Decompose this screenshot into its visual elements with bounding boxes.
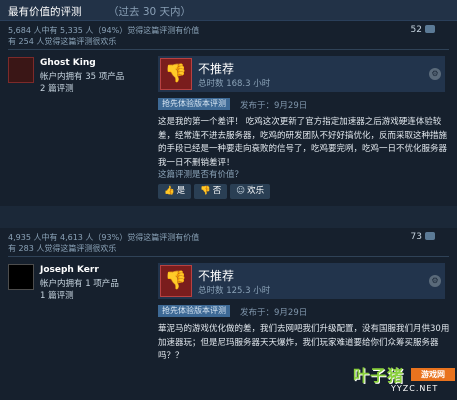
review-card: 5,684 人中有 5,335 人（94%）觉得这篇评测有价值 有 254 人觉… bbox=[0, 21, 457, 206]
vote-no-button[interactable]: 👎 否 bbox=[194, 184, 228, 199]
comment-bubble-icon bbox=[425, 25, 435, 33]
comment-count: 73 bbox=[410, 232, 422, 242]
vote-yes-button[interactable]: 👍 是 bbox=[158, 184, 192, 199]
username[interactable]: Joseph Kerr bbox=[40, 265, 99, 275]
user-products[interactable]: 帐户内拥有 1 项产品 bbox=[40, 278, 119, 290]
comment-count-link[interactable]: 52 bbox=[411, 25, 435, 35]
section-header: 最有价值的评测 （过去 30 天内） bbox=[0, 0, 457, 21]
gap bbox=[0, 206, 457, 228]
verdict-panel[interactable]: 👎 不推荐 总时数 168.3 小时 ⚙ bbox=[158, 56, 445, 92]
verdict-label: 不推荐 bbox=[198, 62, 235, 76]
verdict-panel[interactable]: 👎 不推荐 总时数 125.3 小时 ⚙ bbox=[158, 263, 445, 299]
watermark-logo: 叶子猪 游戏网 YYZC.NET bbox=[335, 358, 455, 398]
steam-icon: ⚙ bbox=[429, 68, 441, 80]
smiley-icon: ☺ bbox=[236, 186, 246, 196]
review-text: 这是我的第一个差评！ 吃鸡这次更新了官方指定加速器之后游戏硬连体验较差，经常连不… bbox=[158, 117, 448, 168]
helpful-count: 5,684 人中有 5,335 人（94%）觉得这篇评测有价值 bbox=[8, 26, 200, 35]
user-review-count[interactable]: 1 篇评测 bbox=[40, 290, 74, 302]
vote-funny-label: 欢乐 bbox=[247, 186, 265, 196]
comment-count-link[interactable]: 73 bbox=[411, 232, 435, 242]
user-products[interactable]: 帐户内拥有 35 项产品 bbox=[40, 71, 124, 83]
thumbs-up-icon: 👍 bbox=[164, 186, 175, 196]
watermark-domain: YYZC.NET bbox=[391, 384, 439, 393]
thumbs-down-icon: 👎 bbox=[160, 58, 192, 90]
helpful-question: 这篇评测是否有价值？ bbox=[158, 170, 244, 180]
review-card: 4,935 人中有 4,613 人（93%）觉得这篇评测有价值 有 283 人觉… bbox=[0, 228, 457, 400]
helpful-count: 4,935 人中有 4,613 人（93%）觉得这篇评测有价值 bbox=[8, 233, 200, 242]
vote-funny-button[interactable]: ☺ 欢乐 bbox=[230, 184, 271, 199]
helpful-summary: 4,935 人中有 4,613 人（93%）觉得这篇评测有价值 有 283 人觉… bbox=[8, 232, 199, 254]
comment-count: 52 bbox=[410, 25, 422, 35]
thumbs-down-icon: 👎 bbox=[160, 265, 192, 297]
username[interactable]: Ghost King bbox=[40, 58, 96, 68]
posted-date: 发布于：9月29日 bbox=[240, 308, 308, 318]
section-title: 最有价值的评测 bbox=[8, 6, 82, 18]
user-review-count[interactable]: 2 篇评测 bbox=[40, 83, 74, 95]
helpful-summary: 5,684 人中有 5,335 人（94%）觉得这篇评测有价值 有 254 人觉… bbox=[8, 25, 199, 47]
playtime: 总时数 125.3 小时 bbox=[198, 286, 271, 296]
avatar[interactable] bbox=[8, 264, 34, 290]
divider bbox=[8, 256, 449, 257]
verdict-label: 不推荐 bbox=[198, 269, 235, 283]
vote-buttons: 👍 是 👎 否 ☺ 欢乐 bbox=[158, 184, 273, 199]
thumbs-down-icon: 👎 bbox=[200, 186, 211, 196]
early-access-badge: 抢先体验版本评测 bbox=[158, 98, 230, 110]
steam-icon: ⚙ bbox=[429, 275, 441, 287]
playtime: 总时数 168.3 小时 bbox=[198, 79, 271, 89]
watermark-brand: 叶子猪 bbox=[353, 366, 405, 385]
comment-bubble-icon bbox=[425, 232, 435, 240]
posted-date: 发布于：9月29日 bbox=[240, 101, 308, 111]
funny-count: 有 254 人觉得这篇评测很欢乐 bbox=[8, 37, 117, 46]
funny-count: 有 283 人觉得这篇评测很欢乐 bbox=[8, 244, 117, 253]
vote-no-label: 否 bbox=[212, 186, 222, 196]
avatar[interactable] bbox=[8, 57, 34, 83]
watermark-tag: 游戏网 bbox=[411, 368, 455, 381]
early-access-badge: 抢先体验版本评测 bbox=[158, 305, 230, 317]
section-subtitle: （过去 30 天内） bbox=[108, 6, 192, 18]
vote-yes-label: 是 bbox=[176, 186, 186, 196]
divider bbox=[8, 49, 449, 50]
